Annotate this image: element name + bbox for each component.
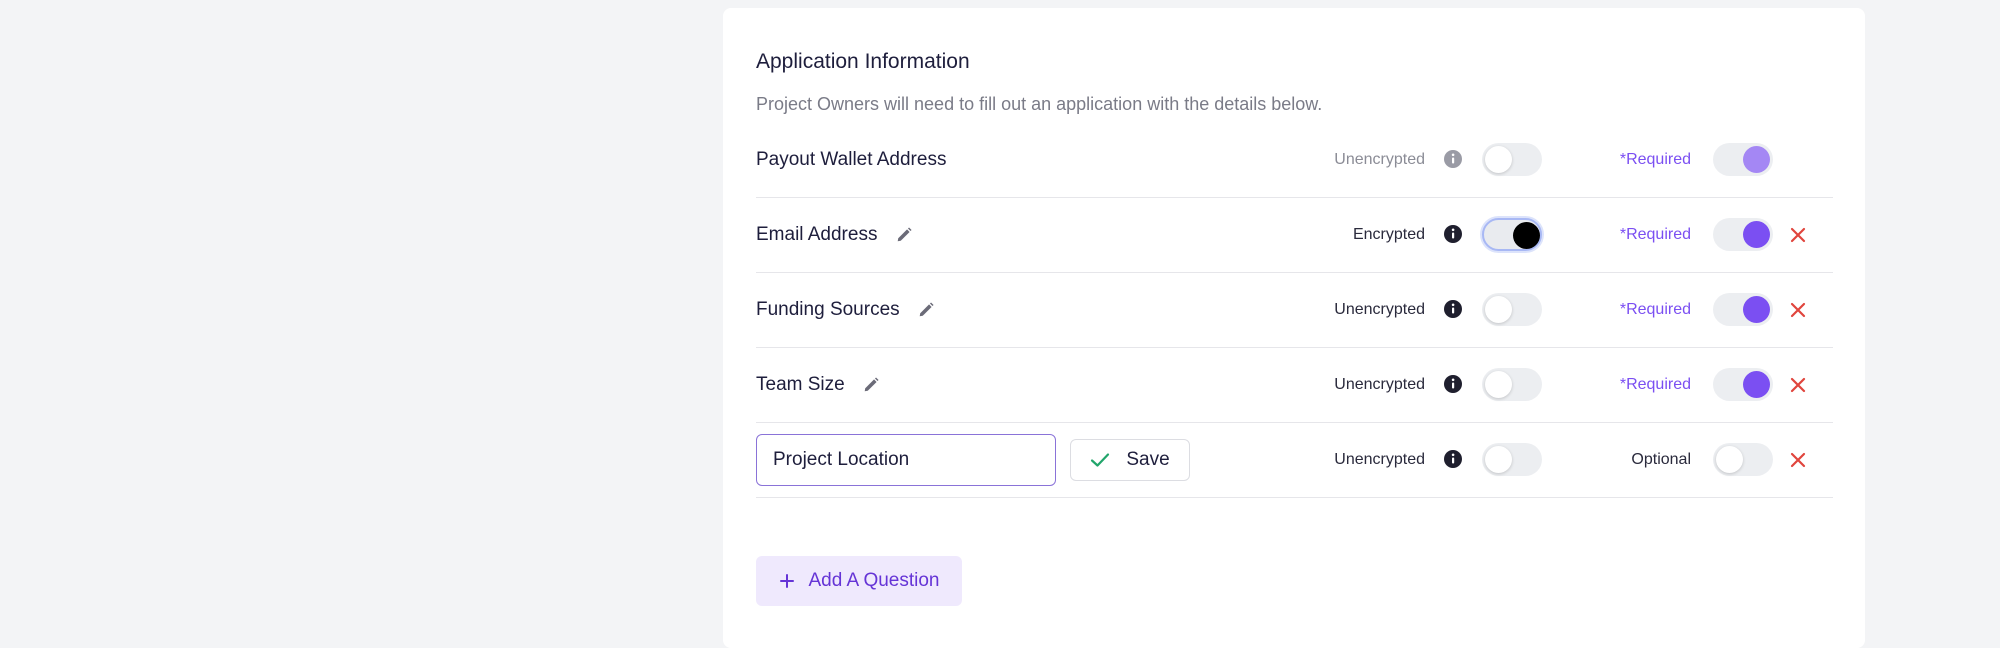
question-name-input[interactable] xyxy=(756,434,1056,486)
toggle-knob xyxy=(1743,146,1770,173)
toggle-knob xyxy=(1743,221,1770,248)
save-button-label: Save xyxy=(1126,449,1170,470)
encryption-label: Unencrypted xyxy=(1334,151,1425,168)
required-toggle[interactable] xyxy=(1713,218,1773,251)
info-icon xyxy=(1444,225,1462,243)
toggle-knob xyxy=(1485,296,1512,323)
question-row-payout-wallet-address: Payout Wallet Address Unencrypted *Requi… xyxy=(756,122,1833,198)
question-label: Email Address xyxy=(756,197,913,272)
add-question-button[interactable]: Add A Question xyxy=(756,556,962,606)
info-icon xyxy=(1444,450,1462,468)
question-label: Team Size xyxy=(756,347,880,422)
required-toggle[interactable] xyxy=(1713,443,1773,476)
close-icon[interactable] xyxy=(1789,301,1807,319)
close-icon[interactable] xyxy=(1789,226,1807,244)
section-subtitle: Project Owners will need to fill out an … xyxy=(756,94,1323,114)
toggle-knob xyxy=(1485,371,1512,398)
encryption-label: Encrypted xyxy=(1352,226,1425,243)
close-icon[interactable] xyxy=(1789,451,1807,469)
encryption-toggle[interactable] xyxy=(1482,443,1542,476)
question-row-funding-sources: Funding Sources Unencrypted *Required xyxy=(756,272,1833,348)
requirement-label: Optional xyxy=(1631,451,1691,468)
info-icon xyxy=(1444,300,1462,318)
plus-icon xyxy=(779,574,794,588)
add-question-label: Add A Question xyxy=(808,570,940,591)
required-toggle[interactable] xyxy=(1713,293,1773,326)
pencil-icon[interactable] xyxy=(862,376,880,394)
requirement-label: *Required xyxy=(1619,376,1691,393)
toggle-knob xyxy=(1513,222,1540,249)
encryption-toggle[interactable] xyxy=(1482,218,1542,251)
question-label-text: Email Address xyxy=(756,224,878,245)
question-label-text: Team Size xyxy=(756,374,845,395)
info-icon xyxy=(1444,375,1462,393)
toggle-knob xyxy=(1743,371,1770,398)
question-label-text: Funding Sources xyxy=(756,299,900,320)
required-toggle[interactable] xyxy=(1713,143,1773,176)
toggle-knob xyxy=(1485,146,1512,173)
question-label: Funding Sources xyxy=(756,272,935,347)
question-row-project-location: Save Unencrypted Optional xyxy=(756,422,1833,498)
encryption-toggle[interactable] xyxy=(1482,293,1542,326)
application-information-card: Application Information Project Owners w… xyxy=(723,8,1865,648)
toggle-knob xyxy=(1716,446,1743,473)
requirement-label: *Required xyxy=(1619,226,1691,243)
toggle-knob xyxy=(1743,296,1770,323)
info-icon xyxy=(1444,150,1462,168)
question-row-team-size: Team Size Unencrypted *Required xyxy=(756,347,1833,423)
close-icon[interactable] xyxy=(1789,376,1807,394)
encryption-toggle[interactable] xyxy=(1482,143,1542,176)
save-button[interactable]: Save xyxy=(1070,439,1190,481)
encryption-label: Unencrypted xyxy=(1334,301,1425,318)
encryption-label: Unencrypted xyxy=(1334,376,1425,393)
encryption-label: Unencrypted xyxy=(1334,451,1425,468)
section-title: Application Information xyxy=(756,50,970,73)
required-toggle[interactable] xyxy=(1713,368,1773,401)
encryption-toggle[interactable] xyxy=(1482,368,1542,401)
question-label: Payout Wallet Address xyxy=(756,149,947,170)
check-icon xyxy=(1091,453,1110,467)
pencil-icon[interactable] xyxy=(895,226,913,244)
question-row-email-address: Email Address Encrypted *Required xyxy=(756,197,1833,273)
requirement-label: *Required xyxy=(1619,151,1691,168)
toggle-knob xyxy=(1485,446,1512,473)
requirement-label: *Required xyxy=(1619,301,1691,318)
pencil-icon[interactable] xyxy=(917,301,935,319)
